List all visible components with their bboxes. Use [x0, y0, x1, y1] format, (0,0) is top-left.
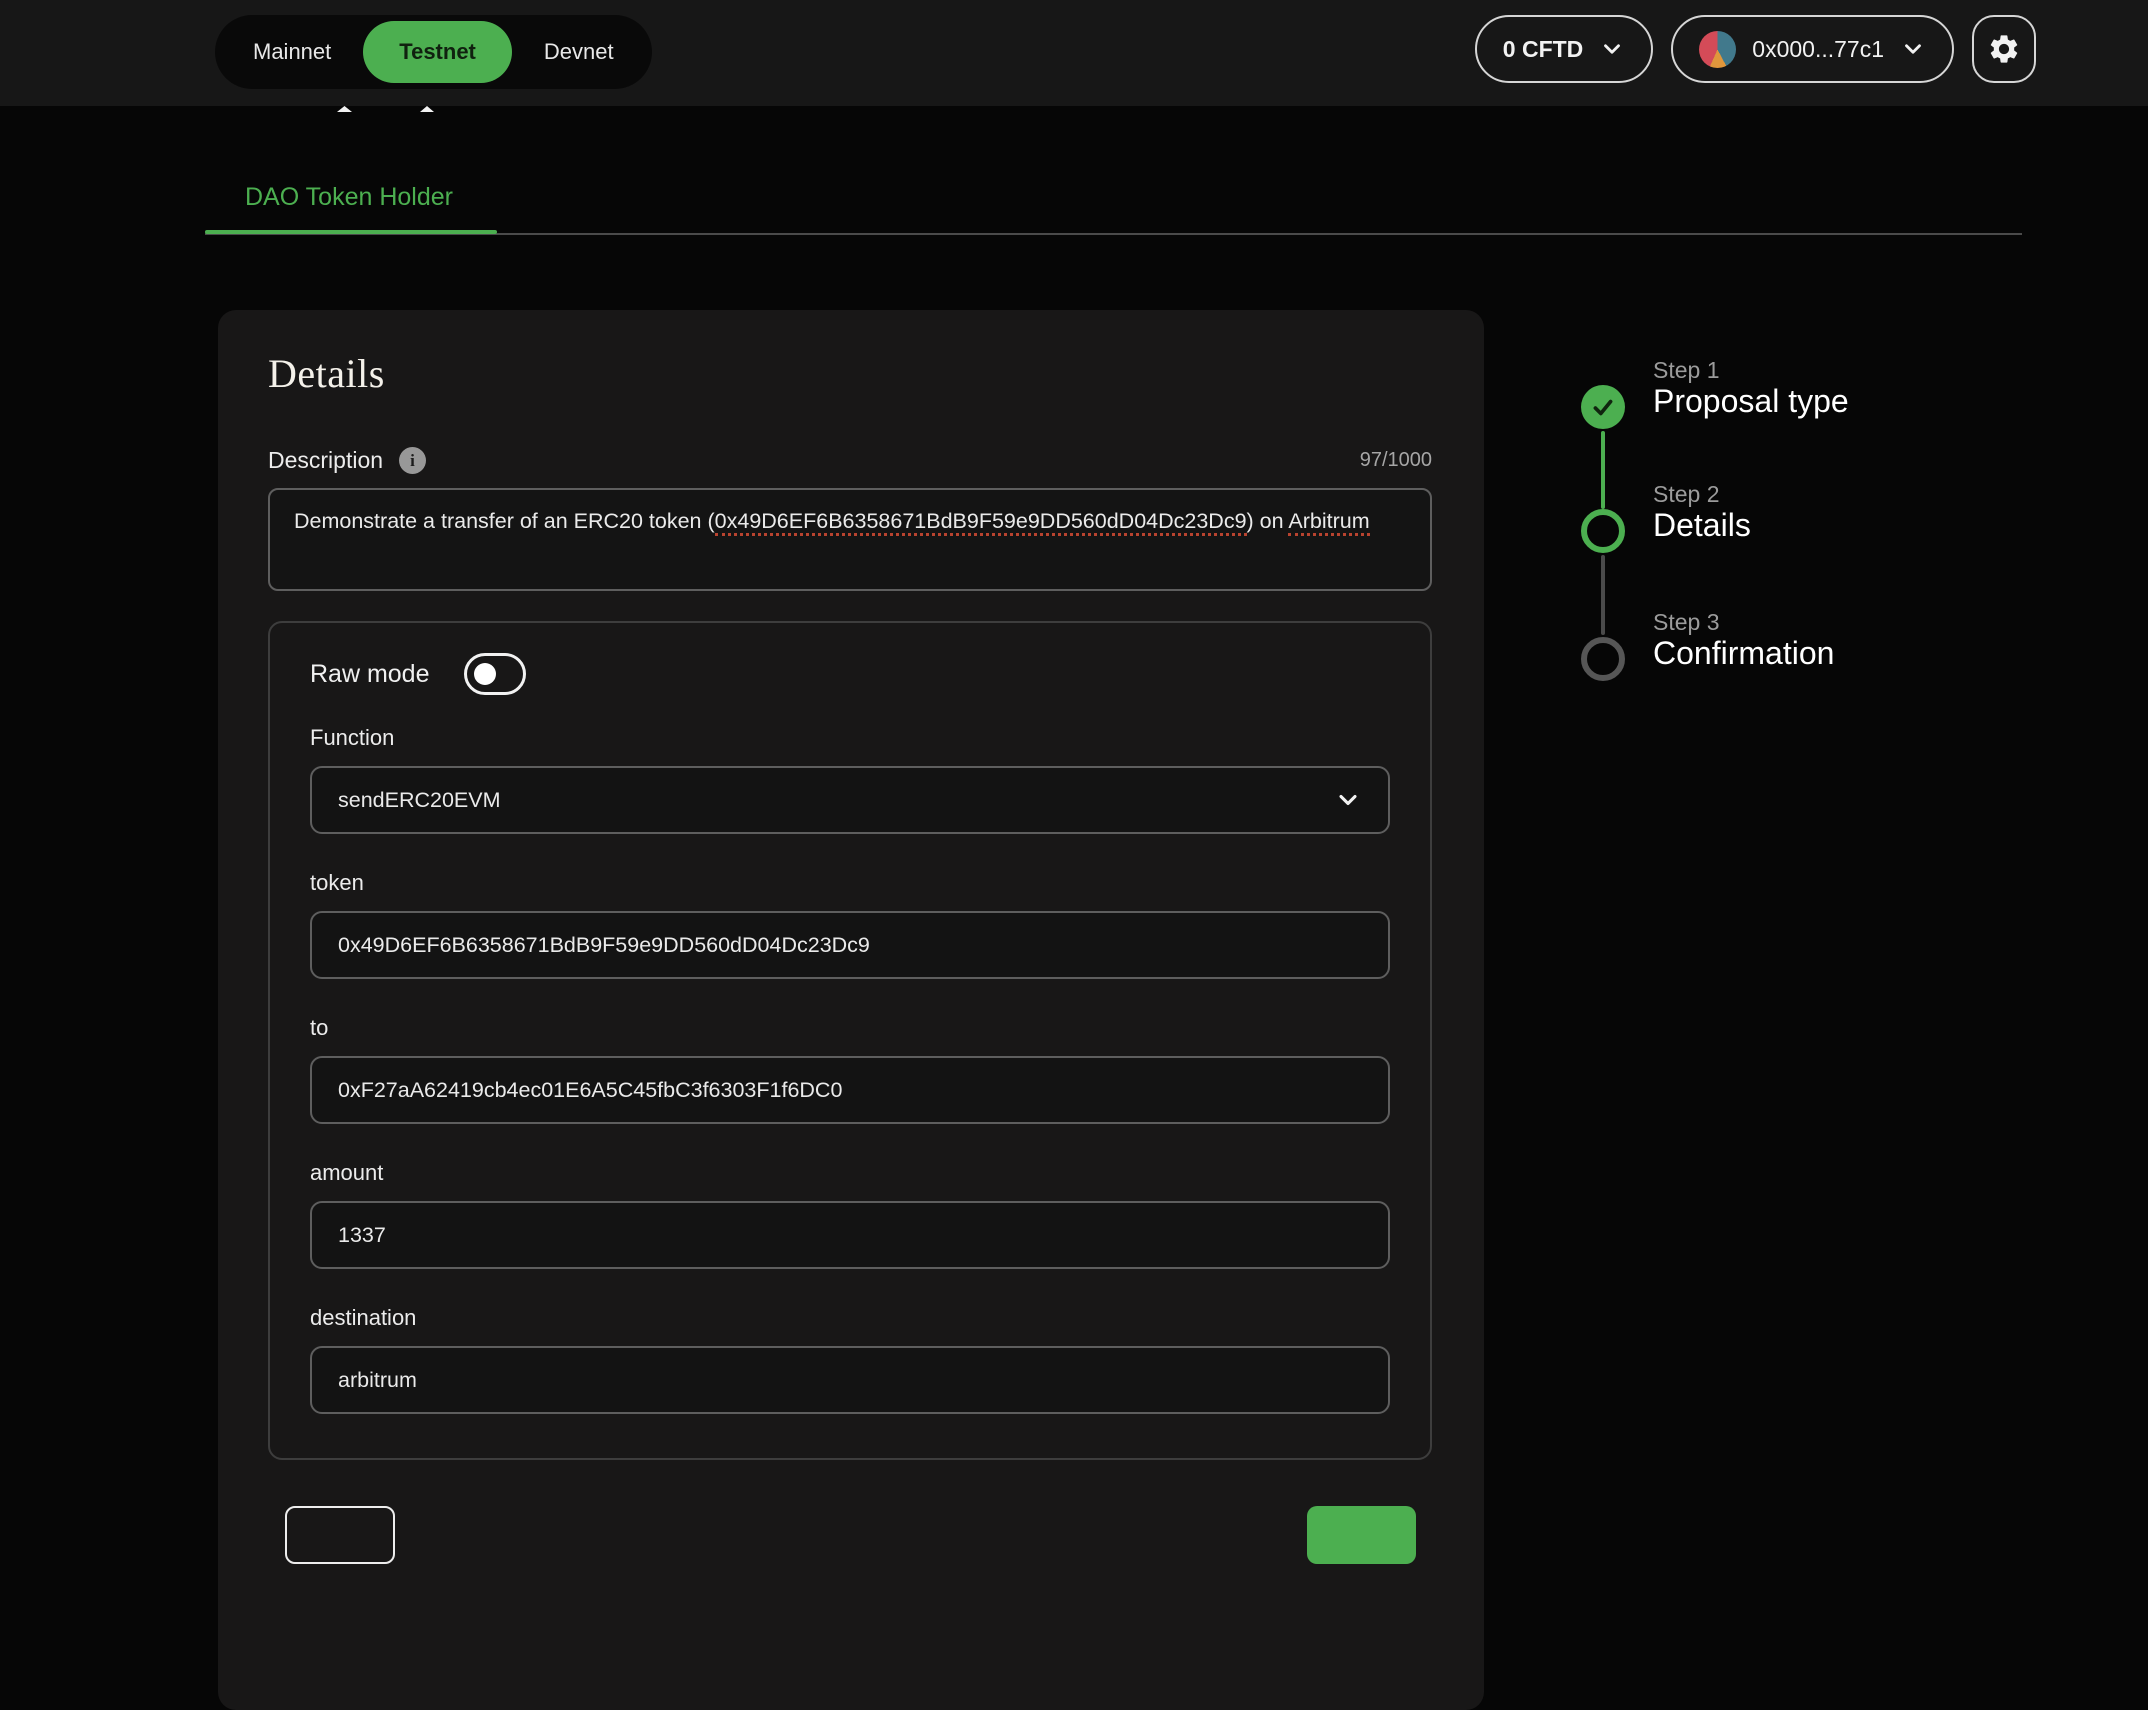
token-label: token — [310, 870, 364, 895]
step-3-title: Confirmation — [1653, 635, 1835, 671]
step-1-title: Proposal type — [1653, 383, 1849, 419]
top-bar: Mainnet Testnet Devnet 0 CFTD 0x000...77… — [0, 0, 2148, 106]
network-switcher: Mainnet Testnet Devnet — [215, 15, 652, 89]
description-chain: Arbitrum — [1288, 509, 1370, 536]
network-testnet[interactable]: Testnet — [363, 21, 512, 83]
tab-active-underline — [205, 230, 497, 234]
destination-label: destination — [310, 1305, 417, 1330]
next-button[interactable] — [1307, 1506, 1416, 1564]
wallet-address: 0x000...77c1 — [1752, 35, 1884, 62]
amount-label: amount — [310, 1160, 384, 1185]
destination-input[interactable] — [310, 1346, 1390, 1414]
chevron-down-icon — [1604, 44, 1621, 54]
balance-label: 0 CFTD — [1502, 35, 1584, 62]
card-footer — [285, 1506, 1416, 1564]
step-1-indicator — [1581, 385, 1625, 429]
wallet-avatar — [1699, 30, 1737, 68]
card-title: Details — [268, 351, 385, 396]
back-button[interactable] — [285, 1506, 395, 1564]
step-2-indicator — [1581, 509, 1625, 553]
token-input[interactable] — [310, 911, 1390, 979]
details-card: Details Description i 97/1000 Demonstrat… — [218, 310, 1484, 1710]
character-counter: 97/1000 — [1359, 449, 1432, 471]
settings-button[interactable] — [1972, 15, 2036, 83]
description-label: Description — [268, 447, 384, 473]
description-text: Demonstrate a transfer of an ERC20 token… — [294, 509, 715, 533]
clipped-heading-remnant — [337, 106, 352, 112]
check-icon — [1593, 399, 1613, 416]
description-address: 0x49D6EF6B6358671BdB9F59e9DD560dD04Dc23D… — [714, 509, 1247, 536]
function-label: Function — [310, 725, 395, 750]
description-text: ) on — [1246, 509, 1289, 533]
stepper-connector — [1601, 555, 1605, 635]
step-1-label: Step 1 — [1653, 357, 1720, 383]
to-label: to — [310, 1015, 329, 1040]
stepper-connector — [1601, 431, 1605, 509]
chevron-down-icon — [1905, 44, 1921, 54]
chevron-down-icon — [1339, 794, 1357, 806]
toggle-knob — [473, 663, 496, 685]
raw-mode-toggle[interactable] — [463, 653, 526, 695]
network-devnet[interactable]: Devnet — [514, 21, 644, 83]
amount-input[interactable] — [310, 1201, 1390, 1269]
clipped-heading-remnant — [420, 106, 434, 112]
function-form-panel: Raw mode Function sendERC20EVM token to … — [268, 621, 1432, 1460]
wallet-dropdown[interactable]: 0x000...77c1 — [1671, 15, 1954, 83]
step-2-label: Step 2 — [1653, 481, 1720, 507]
info-icon[interactable]: i — [399, 447, 427, 474]
function-selected-value: sendERC20EVM — [338, 787, 501, 812]
step-3-indicator — [1581, 637, 1625, 681]
proposal-stepper: Step 1 Proposal type Step 2 Details Step… — [1581, 352, 2041, 752]
description-textarea[interactable]: Demonstrate a transfer of an ERC20 token… — [268, 488, 1432, 591]
raw-mode-label: Raw mode — [310, 659, 430, 688]
function-select[interactable]: sendERC20EVM — [310, 766, 1390, 834]
description-header-row: Description i 97/1000 — [268, 447, 1432, 474]
network-mainnet[interactable]: Mainnet — [223, 21, 361, 83]
to-input[interactable] — [310, 1056, 1390, 1124]
tab-dao-token-holder[interactable]: DAO Token Holder — [245, 183, 453, 212]
step-3-label: Step 3 — [1653, 609, 1720, 635]
gear-icon — [1990, 35, 2018, 63]
top-bar-actions: 0 CFTD 0x000...77c1 — [1474, 15, 2036, 83]
step-2-title: Details — [1653, 507, 1751, 543]
balance-dropdown[interactable]: 0 CFTD — [1474, 15, 1654, 83]
